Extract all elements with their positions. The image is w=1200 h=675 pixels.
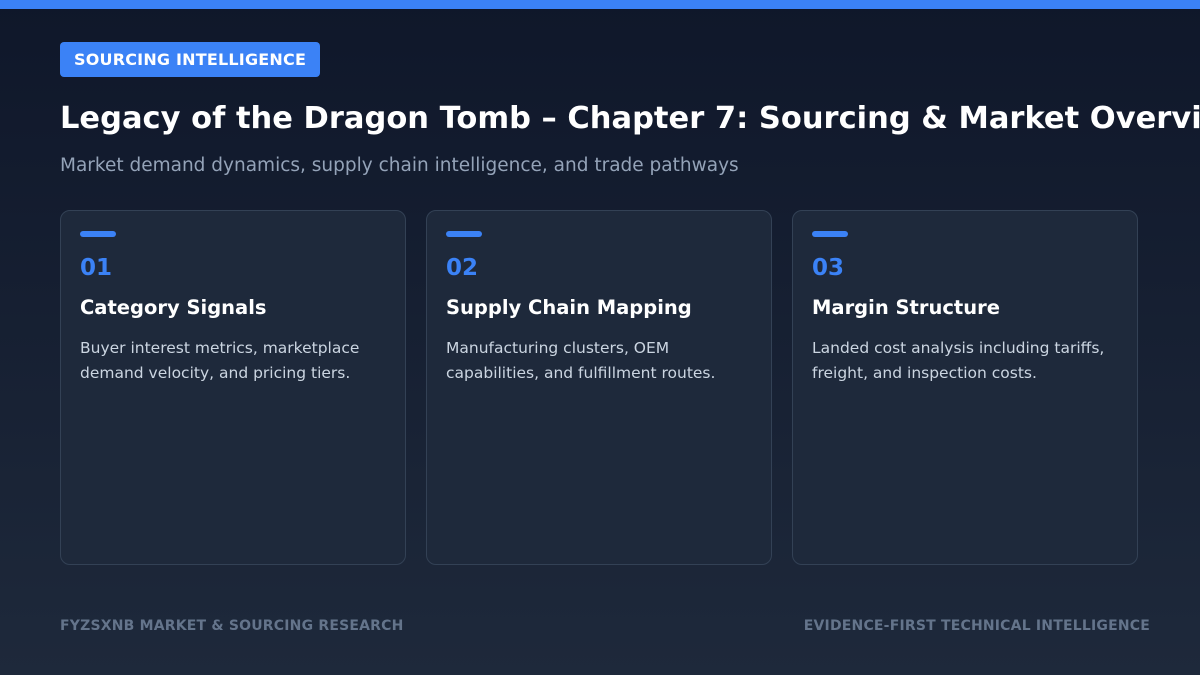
card-accent-bar [446, 231, 482, 237]
footer-tagline: EVIDENCE-FIRST TECHNICAL INTELLIGENCE [803, 618, 1150, 634]
top-accent-bar [0, 0, 1200, 9]
card-description: Manufacturing clusters, OEM capabilities… [446, 339, 716, 382]
card-supply-chain-mapping: 02 Supply Chain Mapping Manufacturing cl… [426, 210, 772, 565]
card-title: Category Signals [80, 296, 267, 319]
page-title: Legacy of the Dragon Tomb – Chapter 7: S… [60, 101, 1200, 136]
card-description: Buyer interest metrics, marketplace dema… [80, 339, 360, 382]
card-number: 02 [446, 255, 479, 281]
card-accent-bar [80, 231, 116, 237]
card-description: Landed cost analysis including tariffs, … [812, 339, 1105, 382]
section-badge: SOURCING INTELLIGENCE [60, 42, 320, 77]
page-subtitle: Market demand dynamics, supply chain int… [60, 155, 739, 176]
card-margin-structure: 03 Margin Structure Landed cost analysis… [792, 210, 1138, 565]
card-category-signals: 01 Category Signals Buyer interest metri… [60, 210, 406, 565]
card-accent-bar [812, 231, 848, 237]
card-title: Supply Chain Mapping [446, 296, 692, 319]
card-title: Margin Structure [812, 296, 1000, 319]
card-number: 03 [812, 255, 845, 281]
footer-brand: FYZSXNB MARKET & SOURCING RESEARCH [60, 618, 404, 634]
card-number: 01 [80, 255, 113, 281]
